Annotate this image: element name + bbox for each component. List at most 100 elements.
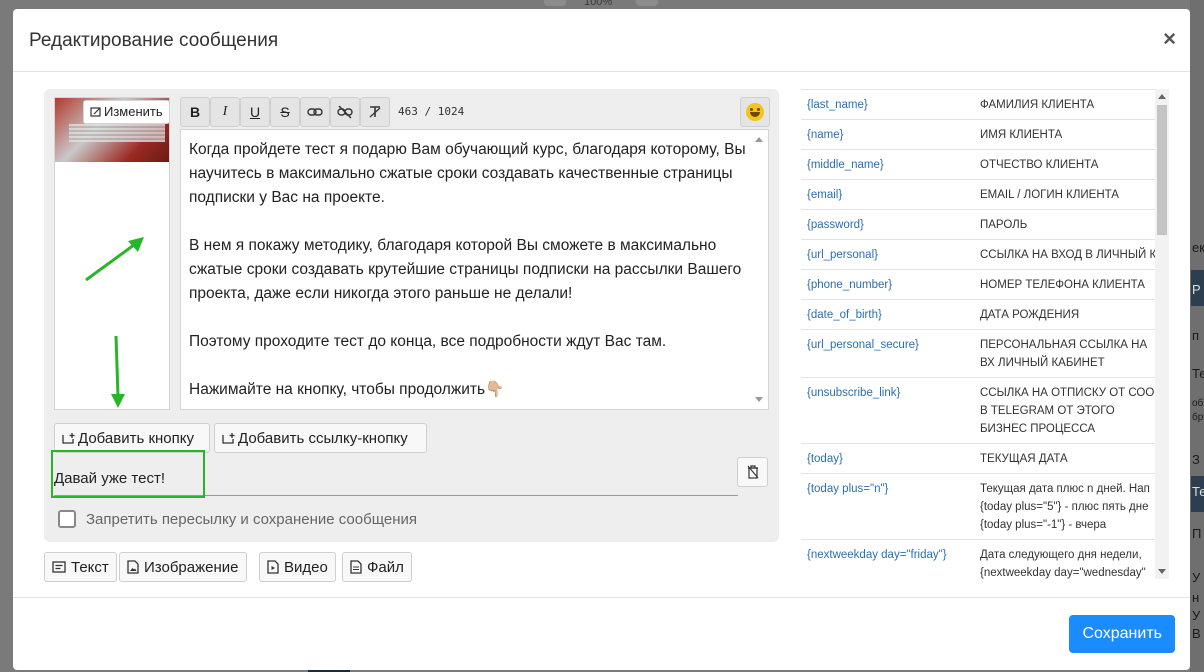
- variable-key: {nextweekday day="friday"}: [801, 539, 974, 579]
- variable-description: ПЕРСОНАЛЬНАЯ ССЫЛКА НА ВХ ЛИЧНЫЙ КАБИНЕТ: [974, 329, 1168, 378]
- forbid-forward-checkbox[interactable]: [58, 510, 76, 528]
- modal-footer: Сохранить: [13, 597, 1190, 670]
- bg-fragment: п: [1192, 328, 1200, 343]
- button-text-input[interactable]: [54, 462, 738, 495]
- bg-fragment: Те: [1192, 366, 1204, 381]
- edit-image-icon: [90, 107, 101, 117]
- variable-description: ТЕКУЩАЯ ДАТА: [974, 443, 1168, 474]
- format-toolbar: B I U S 463 / 1024: [180, 97, 770, 129]
- trash-icon: [747, 465, 758, 479]
- message-paragraph: Нажимайте на кнопку, чтобы продолжить👇🏼: [189, 381, 505, 398]
- unlink-icon: [337, 105, 353, 119]
- add-link-button-button[interactable]: Добавить ссылку-кнопку: [214, 423, 427, 453]
- variable-description: EMAIL / ЛОГИН КЛИЕНТА: [974, 179, 1168, 210]
- modal-title: Редактирование сообщения: [29, 30, 279, 51]
- italic-button[interactable]: I: [210, 97, 240, 127]
- variable-row[interactable]: {password} ПАРОЛЬ: [801, 209, 1168, 240]
- bg-fragment: об: [1192, 398, 1204, 409]
- smiley-icon: [746, 103, 764, 121]
- variable-row[interactable]: {unsubscribe_link} ССЫЛКА НА ОТПИСКУ ОТ С…: [801, 377, 1168, 444]
- file-icon: [350, 560, 362, 574]
- variable-row[interactable]: {nextweekday day="friday"} Дата следующег…: [801, 539, 1168, 579]
- add-button-label: Добавить кнопку: [78, 429, 195, 447]
- variable-key: {name}: [801, 119, 974, 150]
- variable-row[interactable]: {last_name} ФАМИЛИЯ КЛИЕНТА: [801, 90, 1168, 120]
- variable-key: {email}: [801, 179, 974, 210]
- variable-description: ДАТА РОЖДЕНИЯ: [974, 299, 1168, 330]
- type-file-label: Файл: [367, 558, 404, 576]
- type-file-button[interactable]: Файл: [342, 552, 412, 582]
- variable-description: ФАМИЛИЯ КЛИЕНТА: [974, 90, 1168, 120]
- underline-button[interactable]: U: [240, 97, 270, 127]
- variable-key: {password}: [801, 209, 974, 240]
- clear-format-button[interactable]: [360, 97, 390, 127]
- add-button-button[interactable]: Добавить кнопку: [54, 423, 210, 453]
- strikethrough-button[interactable]: S: [270, 97, 300, 127]
- variable-row[interactable]: {date_of_birth} ДАТА РОЖДЕНИЯ: [801, 299, 1168, 330]
- variable-row[interactable]: {name} ИМЯ КЛИЕНТА: [801, 119, 1168, 150]
- character-counter: 463 / 1024: [398, 105, 465, 118]
- image-attachment: Изменить: [54, 97, 170, 410]
- variable-key: {phone_number}: [801, 269, 974, 300]
- emoji-button[interactable]: [740, 97, 770, 127]
- bg-fragment: П: [1192, 526, 1202, 541]
- zoom-level: 100%: [584, 0, 613, 8]
- message-paragraph: [189, 354, 746, 378]
- variable-description: ССЫЛКА НА ВХОД В ЛИЧНЫЙ КА: [974, 239, 1168, 270]
- link-button[interactable]: [300, 97, 330, 127]
- bold-button[interactable]: B: [180, 97, 210, 127]
- background-page-edge: ек Р п Те об бр З Те П У н У В: [1190, 0, 1204, 672]
- clear-format-icon: [369, 106, 381, 118]
- variables-table: {last_name} ФАМИЛИЯ КЛИЕНТА {name} ИМЯ КЛИЕ…: [801, 89, 1168, 579]
- message-text-area[interactable]: Когда пройдете тест я подарю Вам обучающ…: [180, 129, 769, 410]
- variable-description: Текущая дата плюс n дней. Нап {today plu…: [974, 473, 1168, 540]
- bg-fragment: н: [1192, 590, 1200, 605]
- variable-key: {middle_name}: [801, 149, 974, 180]
- variable-row[interactable]: {today plus="n"} Текущая дата плюс n дней…: [801, 473, 1168, 540]
- variable-row[interactable]: {phone_number} НОМЕР ТЕЛЕФОНА КЛИЕНТА: [801, 269, 1168, 300]
- background-zoom-control: 100%: [540, 0, 664, 8]
- variable-row[interactable]: {middle_name} ОТЧЕСТВО КЛИЕНТА: [801, 149, 1168, 180]
- add-button-icon: [62, 433, 75, 444]
- video-file-icon: [267, 560, 279, 574]
- variable-row[interactable]: {url_personal_secure} ПЕРСОНАЛЬНАЯ ССЫЛКА…: [801, 329, 1168, 378]
- variable-description: ПАРОЛЬ: [974, 209, 1168, 240]
- type-image-button[interactable]: Изображение: [119, 552, 247, 582]
- variable-key: {date_of_birth}: [801, 299, 974, 330]
- type-video-button[interactable]: Видео: [259, 552, 336, 582]
- change-image-button[interactable]: Изменить: [83, 100, 170, 124]
- type-text-button[interactable]: Текст: [44, 552, 117, 582]
- add-link-button-label: Добавить ссылку-кнопку: [238, 429, 408, 447]
- variable-key: {url_personal}: [801, 239, 974, 270]
- variable-description: ИМЯ КЛИЕНТА: [974, 119, 1168, 150]
- type-text-label: Текст: [71, 558, 109, 576]
- message-paragraph: Поэтому проходите тест до конца, все под…: [189, 333, 667, 350]
- unlink-button[interactable]: [330, 97, 360, 127]
- change-image-label: Изменить: [104, 104, 163, 119]
- variable-key: {last_name}: [801, 90, 974, 120]
- variable-row[interactable]: {email} EMAIL / ЛОГИН КЛИЕНТА: [801, 179, 1168, 210]
- text-area-scrollbar[interactable]: [751, 131, 767, 408]
- variable-key: {unsubscribe_link}: [801, 377, 974, 444]
- text-icon: [52, 561, 66, 573]
- type-image-label: Изображение: [144, 558, 239, 576]
- forbid-forward-row: Запретить пересылку и сохранение сообщен…: [58, 510, 417, 528]
- bg-fragment: Р: [1192, 282, 1201, 297]
- bg-fragment: ек: [1192, 240, 1204, 255]
- zoom-in-button: [636, 0, 658, 6]
- add-link-button-icon: [222, 433, 235, 444]
- save-button[interactable]: Сохранить: [1069, 615, 1175, 653]
- variables-scrollbar[interactable]: [1155, 89, 1169, 579]
- message-paragraph: В нем я покажу методику, благодаря котор…: [189, 237, 742, 302]
- edit-message-modal: Редактирование сообщения × Изменить B I …: [13, 9, 1190, 670]
- type-video-label: Видео: [284, 558, 328, 576]
- delete-button-button[interactable]: [737, 457, 768, 487]
- forbid-forward-label: Запретить пересылку и сохранение сообщен…: [86, 510, 418, 528]
- variable-key: {url_personal_secure}: [801, 329, 974, 378]
- link-icon: [307, 108, 323, 116]
- variable-row[interactable]: {url_personal} ССЫЛКА НА ВХОД В ЛИЧНЫЙ КА: [801, 239, 1168, 270]
- button-text-field-wrap: [51, 450, 738, 498]
- variable-row[interactable]: {today} ТЕКУЩАЯ ДАТА: [801, 443, 1168, 474]
- message-paragraph: [189, 210, 746, 234]
- close-icon[interactable]: ×: [1163, 26, 1176, 52]
